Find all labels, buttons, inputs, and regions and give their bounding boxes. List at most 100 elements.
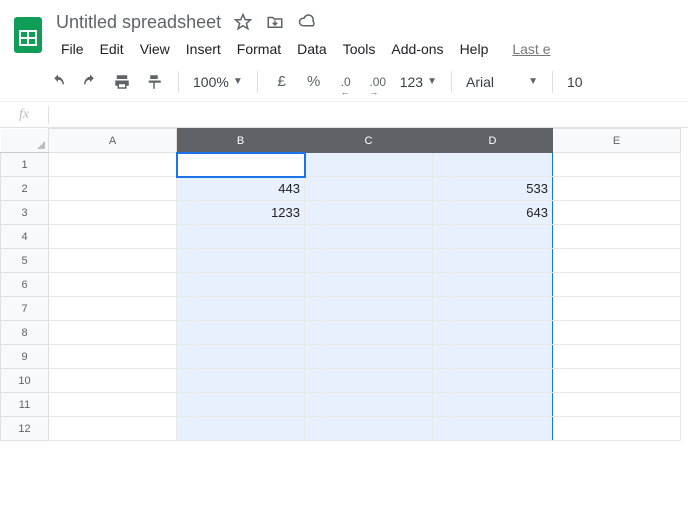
cell-D8[interactable] <box>433 321 553 345</box>
cell-D7[interactable] <box>433 297 553 321</box>
cell-E7[interactable] <box>553 297 681 321</box>
cell-E10[interactable] <box>553 369 681 393</box>
menu-insert[interactable]: Insert <box>179 39 228 59</box>
cell-D11[interactable] <box>433 393 553 417</box>
formula-input[interactable] <box>49 102 688 127</box>
currency-button[interactable]: £ <box>268 68 296 96</box>
col-header-D[interactable]: D <box>433 129 553 153</box>
undo-button[interactable] <box>44 68 72 96</box>
menu-file[interactable]: File <box>54 39 91 59</box>
cell-B7[interactable] <box>177 297 305 321</box>
cell-A6[interactable] <box>49 273 177 297</box>
cell-B6[interactable] <box>177 273 305 297</box>
col-header-B[interactable]: B <box>177 129 305 153</box>
cell-C5[interactable] <box>305 249 433 273</box>
col-header-E[interactable]: E <box>553 129 681 153</box>
cell-C7[interactable] <box>305 297 433 321</box>
row-header-8[interactable]: 8 <box>1 321 49 345</box>
sheets-logo[interactable] <box>8 8 48 62</box>
cell-E1[interactable] <box>553 153 681 177</box>
redo-button[interactable] <box>76 68 104 96</box>
cell-D2[interactable]: 533 <box>433 177 553 201</box>
move-folder-icon[interactable] <box>265 12 285 32</box>
cell-A8[interactable] <box>49 321 177 345</box>
cell-B9[interactable] <box>177 345 305 369</box>
star-icon[interactable] <box>233 12 253 32</box>
cell-B5[interactable] <box>177 249 305 273</box>
row-header-2[interactable]: 2 <box>1 177 49 201</box>
cell-B4[interactable] <box>177 225 305 249</box>
col-header-C[interactable]: C <box>305 129 433 153</box>
row-header-9[interactable]: 9 <box>1 345 49 369</box>
cell-D12[interactable] <box>433 417 553 441</box>
row-header-11[interactable]: 11 <box>1 393 49 417</box>
cell-E12[interactable] <box>553 417 681 441</box>
font-dropdown[interactable]: Arial▼ <box>462 74 542 90</box>
cell-C3[interactable] <box>305 201 433 225</box>
cell-C10[interactable] <box>305 369 433 393</box>
cell-A3[interactable] <box>49 201 177 225</box>
cell-D1[interactable] <box>433 153 553 177</box>
cell-C4[interactable] <box>305 225 433 249</box>
cell-D9[interactable] <box>433 345 553 369</box>
cell-C8[interactable] <box>305 321 433 345</box>
row-header-12[interactable]: 12 <box>1 417 49 441</box>
percent-button[interactable]: % <box>300 68 328 96</box>
col-header-A[interactable]: A <box>49 129 177 153</box>
cell-A9[interactable] <box>49 345 177 369</box>
row-header-5[interactable]: 5 <box>1 249 49 273</box>
menu-format[interactable]: Format <box>230 39 288 59</box>
cell-D4[interactable] <box>433 225 553 249</box>
cell-C2[interactable] <box>305 177 433 201</box>
cell-A11[interactable] <box>49 393 177 417</box>
cell-E8[interactable] <box>553 321 681 345</box>
menu-addons[interactable]: Add-ons <box>384 39 450 59</box>
row-header-4[interactable]: 4 <box>1 225 49 249</box>
select-all-corner[interactable] <box>1 129 49 153</box>
cell-C12[interactable] <box>305 417 433 441</box>
font-size-dropdown[interactable]: 10 <box>563 74 587 90</box>
cell-E2[interactable] <box>553 177 681 201</box>
menu-view[interactable]: View <box>133 39 177 59</box>
cell-D3[interactable]: 643 <box>433 201 553 225</box>
cell-E4[interactable] <box>553 225 681 249</box>
cell-A7[interactable] <box>49 297 177 321</box>
cell-A10[interactable] <box>49 369 177 393</box>
cell-B2[interactable]: 443 <box>177 177 305 201</box>
row-header-1[interactable]: 1 <box>1 153 49 177</box>
row-header-3[interactable]: 3 <box>1 201 49 225</box>
cloud-status-icon[interactable] <box>297 12 317 32</box>
cell-A2[interactable] <box>49 177 177 201</box>
cell-B11[interactable] <box>177 393 305 417</box>
row-header-10[interactable]: 10 <box>1 369 49 393</box>
row-header-6[interactable]: 6 <box>1 273 49 297</box>
cell-C9[interactable] <box>305 345 433 369</box>
cell-E3[interactable] <box>553 201 681 225</box>
cell-E5[interactable] <box>553 249 681 273</box>
cell-A5[interactable] <box>49 249 177 273</box>
cell-B12[interactable] <box>177 417 305 441</box>
menu-data[interactable]: Data <box>290 39 334 59</box>
doc-title[interactable]: Untitled spreadsheet <box>56 12 221 33</box>
cell-B3[interactable]: 1233 <box>177 201 305 225</box>
cell-D10[interactable] <box>433 369 553 393</box>
cell-C1[interactable] <box>305 153 433 177</box>
cell-C11[interactable] <box>305 393 433 417</box>
cell-E9[interactable] <box>553 345 681 369</box>
cell-C6[interactable] <box>305 273 433 297</box>
cell-D5[interactable] <box>433 249 553 273</box>
cell-B8[interactable] <box>177 321 305 345</box>
more-formats-dropdown[interactable]: 123▼ <box>396 74 441 90</box>
increase-decimal-button[interactable]: .00→ <box>364 68 392 96</box>
cell-E11[interactable] <box>553 393 681 417</box>
paint-format-button[interactable] <box>140 68 168 96</box>
cell-E6[interactable] <box>553 273 681 297</box>
cell-D6[interactable] <box>433 273 553 297</box>
menu-tools[interactable]: Tools <box>336 39 383 59</box>
row-header-7[interactable]: 7 <box>1 297 49 321</box>
cell-A12[interactable] <box>49 417 177 441</box>
decrease-decimal-button[interactable]: .0← <box>332 68 360 96</box>
menu-help[interactable]: Help <box>453 39 496 59</box>
menu-edit[interactable]: Edit <box>93 39 131 59</box>
cell-B10[interactable] <box>177 369 305 393</box>
